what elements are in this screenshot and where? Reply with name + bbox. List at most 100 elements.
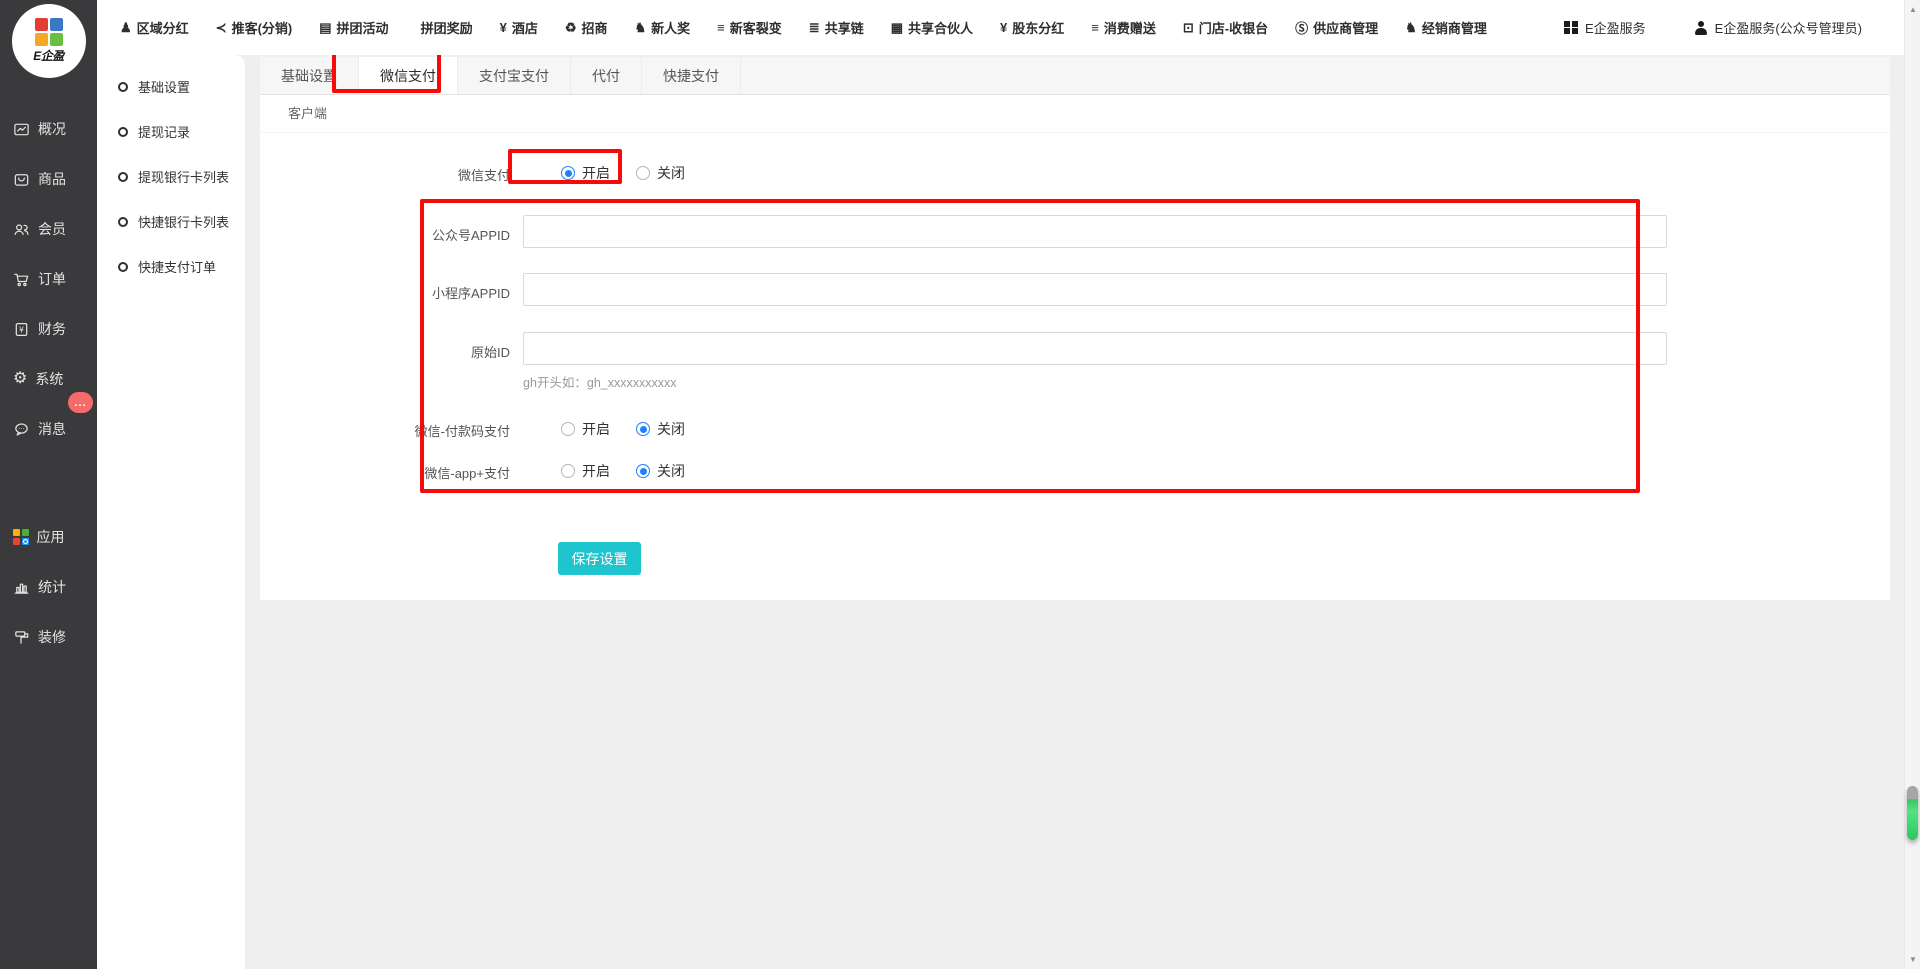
radio-off-icon[interactable] <box>636 422 650 436</box>
section-label-client: 客户端 <box>260 95 1890 133</box>
services-grid-icon <box>1564 21 1578 35</box>
circle-bullet-icon <box>118 262 128 272</box>
topnav-service-entry[interactable]: E企盈服务 <box>1564 18 1645 37</box>
scan-code-pay-off-option[interactable]: 关闭 <box>636 419 685 439</box>
sidebar-item-finance[interactable]: ¥ 财务 <box>0 304 97 354</box>
topnav-item-promoter-distribution[interactable]: ≺ 推客(分销) <box>216 18 293 37</box>
tab-quick-pay[interactable]: 快捷支付 <box>642 57 741 94</box>
subsidebar-item-basic-settings[interactable]: 基础设置 <box>97 64 245 109</box>
subsidebar-item-withdrawal-records[interactable]: 提现记录 <box>97 109 245 154</box>
radio-off-icon[interactable] <box>636 166 650 180</box>
topnav-item-shareholder-dividend[interactable]: ¥股东分红 <box>1000 18 1064 37</box>
topnav-item-share-chain[interactable]: ≣共享链 <box>809 18 864 37</box>
tab-basic-settings[interactable]: 基础设置 <box>260 57 359 94</box>
radio-on-label: 开启 <box>582 461 610 481</box>
recycle-icon: ♻ <box>565 20 577 36</box>
mp-appid-label: 公众号APPID <box>260 225 510 244</box>
radio-off-icon[interactable] <box>636 464 650 478</box>
scan-code-pay-on-option[interactable]: 开启 <box>561 419 610 439</box>
sidebar-item-goods[interactable]: 商品 <box>0 154 97 204</box>
sidebar-item-stats[interactable]: 统计 <box>0 562 97 612</box>
tab-wechat-pay[interactable]: 微信支付 <box>359 57 458 94</box>
radio-on-icon[interactable] <box>561 166 575 180</box>
topnav-account-entry[interactable]: E企盈服务(公众号管理员) <box>1694 18 1862 37</box>
topnav-label: 新客裂变 <box>730 18 782 37</box>
original-id-input[interactable] <box>523 332 1667 365</box>
logo-mark-icon <box>35 18 63 46</box>
topnav-label: 门店-收银台 <box>1199 18 1268 37</box>
topnav-label: 共享合伙人 <box>908 18 973 37</box>
dealer-icon: ♞ <box>1405 20 1417 36</box>
share-icon: ≺ <box>216 20 227 36</box>
subsidebar-label: 快捷银行卡列表 <box>138 212 229 231</box>
sidebar-item-orders[interactable]: 订单 <box>0 254 97 304</box>
person-icon: ♟ <box>120 20 132 36</box>
page-scrollbar[interactable]: ▲ ▼ <box>1904 0 1920 969</box>
mp-appid-input[interactable] <box>523 215 1667 248</box>
monitor-chart-icon <box>13 121 30 138</box>
app-pay-off-option[interactable]: 关闭 <box>636 461 685 481</box>
topnav-item-supplier-management[interactable]: Ⓢ供应商管理 <box>1295 18 1378 37</box>
subsidebar-label: 基础设置 <box>138 77 190 96</box>
yen-icon: ¥ <box>500 20 507 35</box>
topnav-item-group-activity[interactable]: ▤拼团活动 <box>319 18 388 37</box>
content-panel: 基础设置 微信支付 支付宝支付 代付 快捷支付 客户端 微信支付 开启 关闭 公… <box>260 57 1890 600</box>
scroll-up-icon[interactable]: ▲ <box>1905 5 1920 14</box>
scrollbar-thumb[interactable] <box>1907 786 1918 840</box>
topnav-item-region-dividend[interactable]: ♟ 区域分红 <box>120 18 189 37</box>
scroll-down-icon[interactable]: ▼ <box>1905 955 1920 964</box>
app-pay-on-option[interactable]: 开启 <box>561 461 610 481</box>
top-navbar: ♟区域分红 ≺推客(分销) ▤拼团活动 拼团奖励 ¥酒店 ♻招商 ♞新人奖 ≡新… <box>97 0 1904 55</box>
wechat-pay-on-option[interactable]: 开启 <box>561 163 610 183</box>
topnav-item-share-partner[interactable]: ▦ 共享合伙人 <box>891 18 973 37</box>
circle-bullet-icon <box>118 172 128 182</box>
users-icon <box>13 221 30 238</box>
sidebar-item-decorate[interactable]: 装修 <box>0 612 97 662</box>
subsidebar-item-quick-bank-cards[interactable]: 快捷银行卡列表 <box>97 199 245 244</box>
app-pay-label: 微信-app+支付 <box>260 463 510 482</box>
user-icon <box>1694 21 1708 35</box>
sidebar-item-overview[interactable]: 概况 <box>0 104 97 154</box>
sidebar-item-label: 订单 <box>38 269 66 289</box>
topnav-label: 推客(分销) <box>232 18 293 37</box>
app-sidebar: E企盈 概况 商品 会员 订单 <box>0 0 97 969</box>
topnav-label: 股东分红 <box>1012 18 1064 37</box>
subsidebar-item-quick-pay-orders[interactable]: 快捷支付订单 <box>97 244 245 289</box>
wechat-pay-off-option[interactable]: 关闭 <box>636 163 685 183</box>
service-label: E企盈服务 <box>1585 18 1646 37</box>
subsidebar-item-withdrawal-bank-cards[interactable]: 提现银行卡列表 <box>97 154 245 199</box>
sidebar-item-messages[interactable]: 消息 ... <box>0 404 97 454</box>
circle-bullet-icon <box>118 217 128 227</box>
save-settings-button[interactable]: 保存设置 <box>558 542 641 575</box>
topnav-item-dealer-management[interactable]: ♞经销商管理 <box>1405 18 1487 37</box>
topnav-item-investment[interactable]: ♻招商 <box>565 18 608 37</box>
image-icon: ▤ <box>319 20 331 36</box>
settings-sidebar: 基础设置 提现记录 提现银行卡列表 快捷银行卡列表 快捷支付订单 <box>97 55 245 969</box>
original-id-hint: gh开头如：gh_xxxxxxxxxxx <box>523 372 677 391</box>
miniprogram-appid-input[interactable] <box>523 273 1667 306</box>
topnav-item-new-customer-fission[interactable]: ≡新客裂变 <box>717 18 782 37</box>
circle-bullet-icon <box>118 82 128 92</box>
list-icon: ≣ <box>809 20 820 36</box>
app-logo: E企盈 <box>12 4 86 78</box>
grid-icon: ▦ <box>891 20 903 36</box>
topnav-item-consumption-gift[interactable]: ≡消费赠送 <box>1091 18 1156 37</box>
wechat-pay-label: 微信支付 <box>260 165 510 184</box>
finance-yen-icon: ¥ <box>13 321 30 338</box>
sidebar-item-label: 装修 <box>38 627 66 647</box>
topnav-label: 新人奖 <box>651 18 690 37</box>
sidebar-item-apps[interactable]: 应用 <box>0 512 97 562</box>
radio-on-icon[interactable] <box>561 422 575 436</box>
lines-icon: ≡ <box>1091 20 1099 35</box>
subsidebar-label: 提现记录 <box>138 122 190 141</box>
payment-tabs: 基础设置 微信支付 支付宝支付 代付 快捷支付 <box>260 57 1890 95</box>
tab-alipay[interactable]: 支付宝支付 <box>458 57 571 94</box>
topnav-item-group-reward[interactable]: 拼团奖励 <box>416 18 473 37</box>
topnav-item-hotel[interactable]: ¥酒店 <box>500 18 538 37</box>
tab-behalf-pay[interactable]: 代付 <box>571 57 642 94</box>
radio-on-icon[interactable] <box>561 464 575 478</box>
topnav-item-store-cashier[interactable]: ⊡门店-收银台 <box>1183 18 1268 37</box>
topnav-item-newcomer-award[interactable]: ♞新人奖 <box>635 18 691 37</box>
topnav-label: 区域分红 <box>137 18 189 37</box>
sidebar-item-members[interactable]: 会员 <box>0 204 97 254</box>
